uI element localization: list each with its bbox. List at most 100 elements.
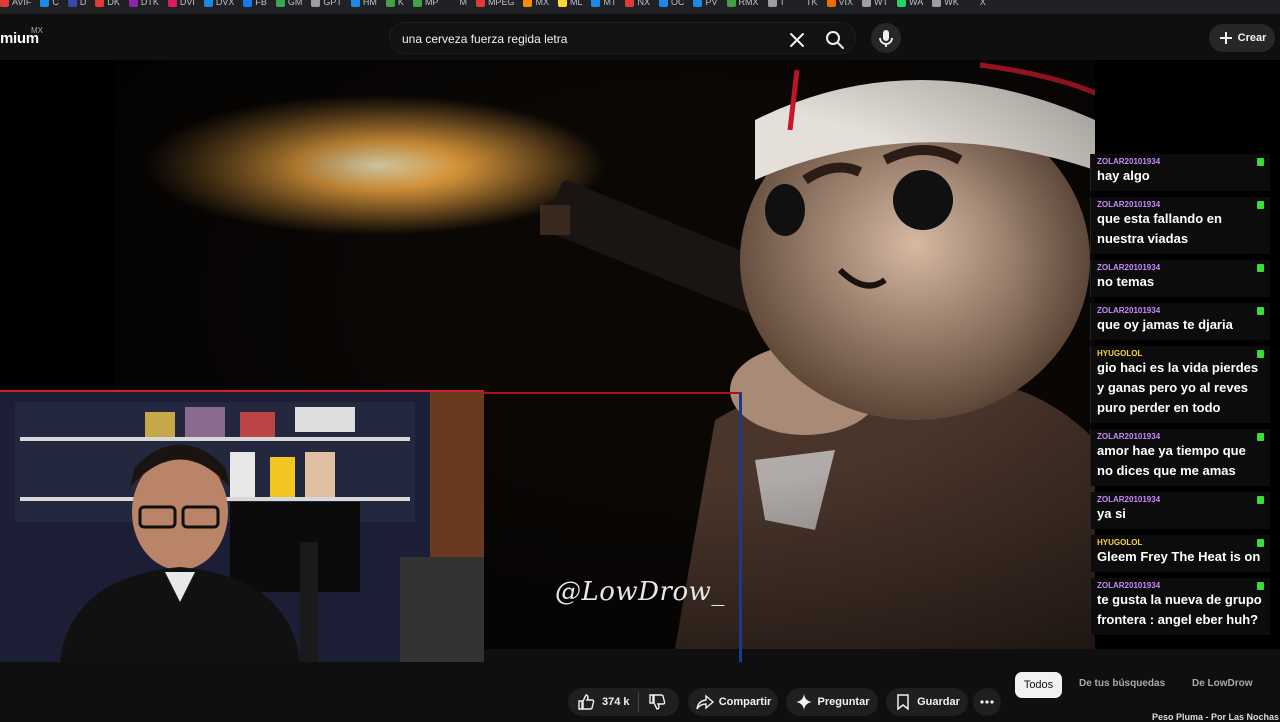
bookmark-favicon-icon (591, 0, 601, 7)
bookmark-item[interactable]: K (385, 0, 413, 7)
search-box[interactable]: una cerveza fuerza regida letra (389, 22, 856, 54)
bookmark-label: NX (637, 0, 650, 7)
bookmark-label: MP (424, 0, 439, 7)
chat-username-row: ZOLAR20101934 (1097, 432, 1264, 441)
bookmark-label: HM (362, 0, 377, 7)
bookmark-item[interactable]: ML (557, 0, 592, 7)
chat-message: ZOLAR20101934 no temas (1090, 260, 1270, 297)
bookmark-favicon-icon (40, 0, 50, 7)
bookmark-item[interactable]: FB (243, 0, 276, 7)
like-dislike-group: 374 k (568, 688, 679, 716)
bookmark-favicon-icon (412, 0, 422, 7)
chat-username-row: ZOLAR20101934 (1097, 263, 1264, 272)
bookmark-item[interactable]: WA (897, 0, 932, 7)
bookmark-label: K (397, 0, 404, 7)
chat-username: ZOLAR20101934 (1097, 306, 1161, 315)
bookmark-favicon-icon (658, 0, 668, 7)
bookmark-item[interactable]: GM (275, 0, 312, 7)
filter-chip-channel[interactable]: De LowDrow (1192, 678, 1253, 689)
bookmark-label: C (52, 0, 59, 7)
next-video-title[interactable]: Peso Pluma - Por Las Nochas (1152, 712, 1279, 722)
bookmark-favicon-icon (0, 0, 9, 7)
bookmark-label: D (79, 0, 87, 7)
bookmark-label: WA (909, 0, 924, 7)
save-button[interactable]: Guardar (886, 688, 968, 716)
masthead: mium MX una cerveza fuerza regida letra … (0, 14, 1280, 60)
bookmark-item[interactable]: X (967, 0, 995, 7)
bookmark-label: MX (535, 0, 549, 7)
bookmark-item[interactable]: HM (350, 0, 386, 7)
more-actions-button[interactable] (973, 688, 1001, 716)
bookmark-item[interactable]: DK (95, 0, 129, 7)
bookmark-item[interactable]: PV (693, 0, 726, 7)
bookmark-item[interactable]: AVIF (0, 0, 40, 7)
bookmark-favicon-icon (475, 0, 485, 7)
bookmark-item[interactable]: MX (523, 0, 558, 7)
chat-text: te gusta la nueva de grupo frontera : an… (1097, 592, 1262, 627)
bookmark-item[interactable]: WT (862, 0, 897, 7)
kick-badge-icon (1257, 263, 1264, 272)
bookmark-label: ML (569, 0, 583, 7)
filter-chip-all[interactable]: Todos (1015, 672, 1062, 698)
chat-username-row: ZOLAR20101934 (1097, 495, 1264, 504)
dislike-button[interactable] (647, 692, 667, 712)
bookmark-item[interactable]: RMX (726, 0, 768, 7)
clear-search-button[interactable] (786, 29, 808, 51)
bookmark-item[interactable]: TK (794, 0, 827, 7)
kick-badge-icon (1257, 200, 1264, 209)
bookmark-item[interactable]: VIX (826, 0, 863, 7)
bookmark-favicon-icon (625, 0, 635, 7)
bookmark-item[interactable]: D (67, 0, 96, 7)
chat-username: HYUGOLOL (1097, 349, 1143, 358)
create-button[interactable]: Crear (1209, 24, 1275, 52)
bookmark-item[interactable]: MT (591, 0, 625, 7)
kick-badge-icon (1257, 495, 1264, 504)
bookmark-item[interactable]: GPT (311, 0, 351, 7)
mic-icon (879, 30, 893, 47)
bookmark-favicon-icon (67, 0, 77, 7)
plus-icon (1219, 32, 1232, 44)
share-button[interactable]: Compartir (688, 688, 778, 716)
chat-username-row: ZOLAR20101934 (1097, 581, 1264, 590)
chat-username: ZOLAR20101934 (1097, 495, 1161, 504)
voice-search-button[interactable] (871, 23, 901, 53)
like-button[interactable]: 374 k (576, 692, 630, 712)
bookmark-item[interactable]: NX (625, 0, 659, 7)
chat-message: ZOLAR20101934 ya si (1090, 492, 1270, 529)
kick-badge-icon (1257, 157, 1264, 166)
bookmark-item[interactable]: DTK (128, 0, 168, 7)
bookmark-item[interactable]: M (447, 0, 476, 7)
chat-message: HYUGOLOL Gleem Frey The Heat is on (1090, 535, 1270, 572)
bookmark-item[interactable]: WK (932, 0, 968, 7)
chat-username: ZOLAR20101934 (1097, 432, 1161, 441)
search-input[interactable]: una cerveza fuerza regida letra (402, 32, 567, 46)
webcam-overlay (0, 390, 484, 662)
chat-username: ZOLAR20101934 (1097, 263, 1161, 272)
bookmark-item[interactable]: T (767, 0, 795, 7)
bookmark-favicon-icon (767, 0, 777, 7)
bookmark-favicon-icon (350, 0, 360, 7)
chat-text: que oy jamas te djaria (1097, 317, 1233, 332)
bookmark-label: TK (806, 0, 818, 7)
bookmark-favicon-icon (557, 0, 567, 7)
chat-text: hay algo (1097, 168, 1150, 183)
search-button[interactable] (824, 29, 846, 51)
bookmark-item[interactable]: DVX (203, 0, 244, 7)
bookmark-item[interactable]: MPEG (475, 0, 524, 7)
bookmark-label: WK (944, 0, 959, 7)
chat-username: ZOLAR20101934 (1097, 200, 1161, 209)
bookmark-item[interactable]: OC (658, 0, 694, 7)
bookmark-label: DTK (140, 0, 159, 7)
bookmark-label: DVI (179, 0, 195, 7)
bookmark-favicon-icon (385, 0, 395, 7)
bookmark-item[interactable]: MP (412, 0, 448, 7)
kick-badge-icon (1257, 538, 1264, 547)
bookmark-item[interactable]: C (40, 0, 68, 7)
bookmark-label: T (779, 0, 786, 7)
filter-chip-searches[interactable]: De tus búsquedas (1079, 678, 1165, 689)
create-label: Crear (1237, 32, 1267, 44)
bookmark-item[interactable]: DVI (167, 0, 204, 7)
thumbs-down-icon (648, 694, 665, 710)
ask-button[interactable]: Preguntar (786, 688, 878, 716)
bookmark-favicon-icon (862, 0, 872, 7)
